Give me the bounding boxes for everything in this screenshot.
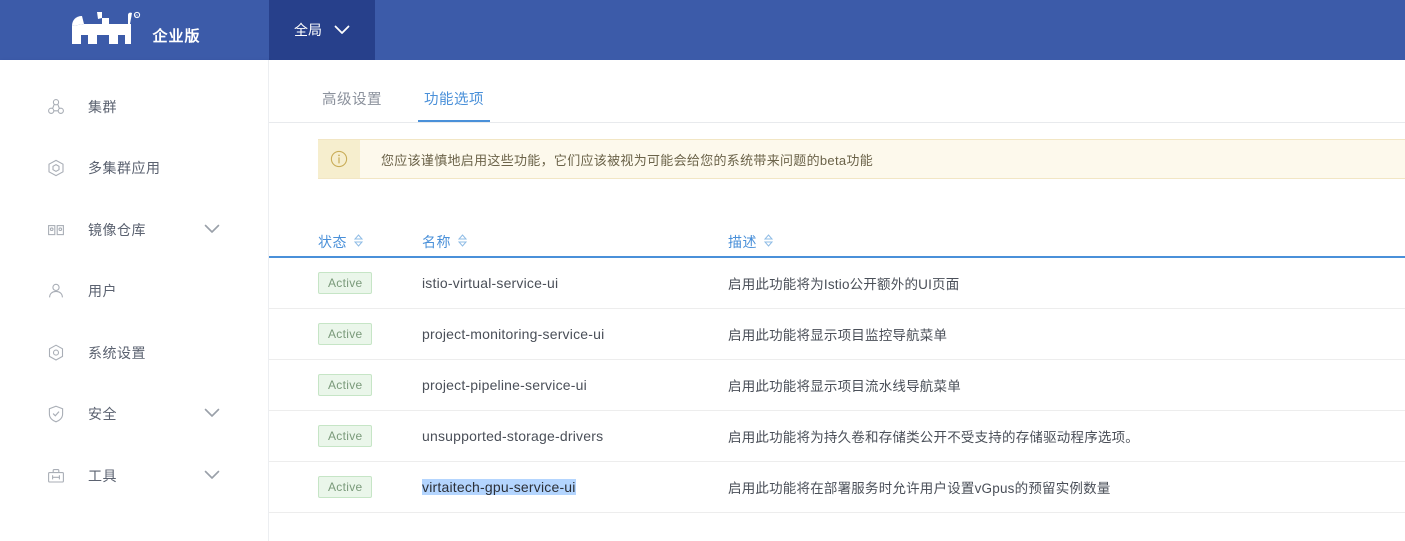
image-registry-icon (46, 220, 66, 240)
sidebar-item-label: 安全 (88, 404, 117, 424)
alert-message: 您应该谨慎地启用这些功能，它们应该被视为可能会给您的系统带来问题的beta功能 (360, 140, 873, 178)
column-header-label: 描述 (728, 232, 757, 252)
cell-description: 启用此功能将在部署服务时允许用户设置vGpus的预留实例数量 (728, 477, 1405, 497)
column-header-label: 名称 (422, 232, 451, 252)
chevron-down-icon[interactable] (204, 467, 220, 485)
status-badge: Active (318, 374, 372, 396)
cell-description: 启用此功能将为持久卷和存储类公开不受支持的存储驱动程序选项。 (728, 426, 1405, 446)
chevron-down-icon[interactable] (204, 221, 220, 239)
multi-cluster-app-icon (46, 158, 66, 178)
cell-name: unsupported-storage-drivers (422, 428, 728, 444)
cell-status: Active (318, 425, 422, 447)
cell-status: Active (318, 323, 422, 345)
column-header-label: 状态 (318, 232, 347, 252)
selected-text: virtaitech-gpu-service-ui (422, 479, 576, 495)
cell-status: Active (318, 374, 422, 396)
table-row[interactable]: Active istio-virtual-service-ui 启用此功能将为I… (269, 258, 1405, 309)
cell-name: project-monitoring-service-ui (422, 326, 728, 342)
table-row[interactable]: Active unsupported-storage-drivers 启用此功能… (269, 411, 1405, 462)
info-circle-icon (318, 140, 360, 178)
cell-description: 启用此功能将为Istio公开额外的UI页面 (728, 273, 1405, 293)
sidebar-item-system-settings[interactable]: 系统设置 (0, 322, 268, 384)
sidebar-item-label: 集群 (88, 97, 117, 117)
scope-selector[interactable]: 全局 (269, 0, 375, 60)
cell-name: project-pipeline-service-ui (422, 377, 728, 393)
cell-name: virtaitech-gpu-service-ui (422, 479, 728, 495)
cluster-icon (46, 97, 66, 117)
chevron-down-icon (334, 25, 350, 35)
cell-description: 启用此功能将显示项目流水线导航菜单 (728, 375, 1405, 395)
app-root: R 企业版 全局 (0, 0, 1405, 541)
sidebar-nav: 集群 多集群应用 (0, 60, 269, 541)
main-content: 高级设置 功能选项 您应该谨慎地启用这些功能，它们应该被视为可能会给您的系统带来… (269, 60, 1405, 541)
status-badge: Active (318, 323, 372, 345)
ox-logo-icon: R (68, 10, 144, 50)
sidebar-item-label: 用户 (88, 281, 117, 301)
cell-description: 启用此功能将显示项目监控导航菜单 (728, 324, 1405, 344)
table-header-row: 状态 名称 (269, 227, 1405, 258)
chevron-down-icon[interactable] (204, 405, 220, 423)
tab-feature-flags[interactable]: 功能选项 (422, 88, 486, 122)
sort-caret-icon[interactable] (764, 234, 773, 250)
user-icon (46, 281, 66, 301)
cell-name: istio-virtual-service-ui (422, 275, 728, 291)
top-header: R 企业版 全局 (0, 0, 1405, 60)
sidebar-item-tools[interactable]: 工具 (0, 445, 268, 507)
cell-status: Active (318, 476, 422, 498)
table-row[interactable]: Active project-monitoring-service-ui 启用此… (269, 309, 1405, 360)
brand-text: 企业版 (152, 15, 200, 46)
sidebar-item-multi-cluster-app[interactable]: 多集群应用 (0, 138, 268, 200)
column-header-status[interactable]: 状态 (318, 232, 422, 252)
svg-text:R: R (136, 14, 139, 18)
sidebar-item-user[interactable]: 用户 (0, 261, 268, 323)
table-row[interactable]: Active virtaitech-gpu-service-ui 启用此功能将在… (269, 462, 1405, 513)
feature-flags-table: 状态 名称 (269, 227, 1405, 513)
sidebar-item-label: 系统设置 (88, 343, 146, 363)
column-header-description[interactable]: 描述 (728, 232, 1405, 252)
table-row[interactable]: Active project-pipeline-service-ui 启用此功能… (269, 360, 1405, 411)
toolbox-icon (46, 466, 66, 486)
status-badge: Active (318, 476, 372, 498)
sort-caret-icon[interactable] (354, 234, 363, 250)
tab-advanced-settings[interactable]: 高级设置 (320, 88, 384, 122)
brand-logo[interactable]: R 企业版 (0, 0, 269, 60)
tab-bar: 高级设置 功能选项 (269, 60, 1405, 123)
sidebar-item-cluster[interactable]: 集群 (0, 76, 268, 138)
beta-warning-banner: 您应该谨慎地启用这些功能，它们应该被视为可能会给您的系统带来问题的beta功能 (318, 139, 1405, 179)
system-settings-icon (46, 343, 66, 363)
shield-check-icon (46, 404, 66, 424)
status-badge: Active (318, 425, 372, 447)
scope-label: 全局 (294, 20, 322, 40)
sidebar-item-label: 工具 (88, 466, 117, 486)
sidebar-item-security[interactable]: 安全 (0, 384, 268, 446)
sort-caret-icon[interactable] (458, 234, 467, 250)
status-badge: Active (318, 272, 372, 294)
column-header-name[interactable]: 名称 (422, 232, 728, 252)
sidebar-item-label: 镜像仓库 (88, 220, 146, 240)
sidebar-item-label: 多集群应用 (88, 158, 161, 178)
sidebar-item-image-registry[interactable]: 镜像仓库 (0, 199, 268, 261)
cell-status: Active (318, 272, 422, 294)
